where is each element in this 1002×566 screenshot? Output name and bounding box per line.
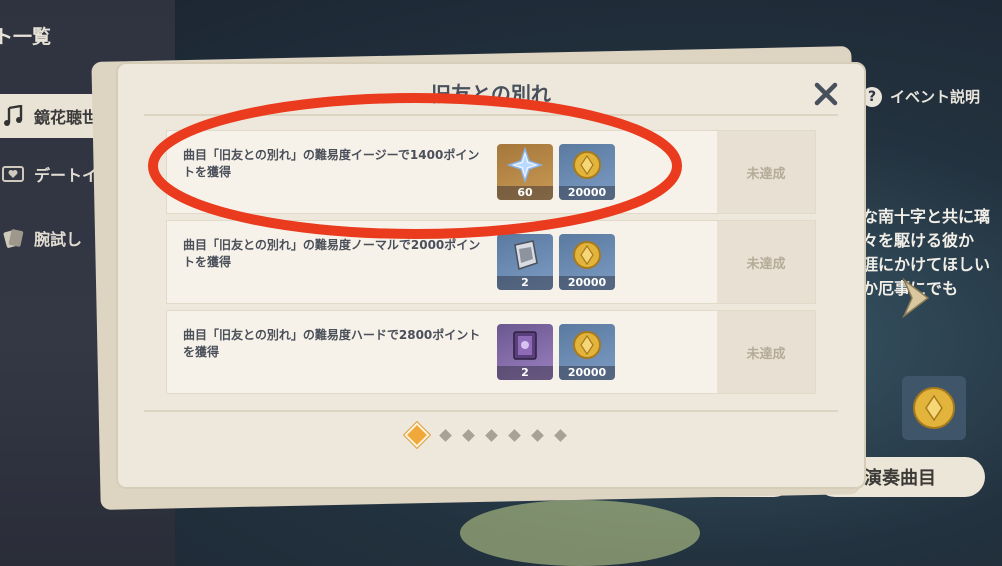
- challenge-row: 曲目「旧友との別れ」の難易度ハードで2800ポイントを獲得 2 20000 未達…: [166, 310, 816, 394]
- event-help-link[interactable]: ? イベント説明: [862, 86, 980, 107]
- sidebar-item-label: デートイ: [34, 166, 99, 185]
- reward-count: 60: [497, 186, 553, 200]
- page-dot[interactable]: [508, 428, 521, 442]
- page-dot[interactable]: [531, 428, 544, 442]
- bottom-divider: [144, 410, 838, 412]
- reward-count: 20000: [559, 186, 615, 200]
- page-dot-active[interactable]: [404, 422, 430, 448]
- reward-count: 2: [497, 366, 553, 380]
- next-arrow-icon[interactable]: [894, 276, 938, 320]
- reward-item[interactable]: 60: [497, 144, 553, 200]
- reward-item[interactable]: 20000: [559, 324, 615, 380]
- page-dot[interactable]: [462, 428, 475, 442]
- challenge-list: 曲目「旧友との別れ」の難易度イージーで1400ポイントを獲得 60 20000 …: [166, 130, 816, 400]
- story-line: 涯にかけてほしい: [862, 255, 991, 274]
- status-label: 未達成: [717, 311, 815, 393]
- page-dot[interactable]: [485, 428, 498, 442]
- challenge-row: 曲目「旧友との別れ」の難易度ノーマルで2000ポイントを獲得 2 20000 未…: [166, 220, 816, 304]
- page-dot[interactable]: [439, 428, 452, 442]
- mora-coin-icon: [573, 331, 601, 359]
- reward-count: 2: [497, 276, 553, 290]
- close-icon[interactable]: [810, 78, 842, 110]
- challenge-description: 曲目「旧友との別れ」の難易度ハードで2800ポイントを獲得: [183, 328, 481, 359]
- challenge-dialog: 旧友との別れ 曲目「旧友との別れ」の難易度イージーで1400ポイントを獲得 60: [116, 62, 866, 489]
- status-label: 未達成: [717, 221, 815, 303]
- reward-item[interactable]: 20000: [559, 144, 615, 200]
- mora-coin-icon: [573, 241, 601, 269]
- title-divider: [144, 114, 838, 116]
- reward-preview-item[interactable]: [902, 376, 966, 440]
- primogem-icon: [507, 147, 543, 183]
- ore-icon: [514, 240, 538, 270]
- mora-coin-icon: [573, 151, 601, 179]
- reward-item[interactable]: 2: [497, 234, 553, 290]
- story-line: 々を駆ける彼か: [862, 231, 975, 250]
- page-dot[interactable]: [554, 428, 567, 442]
- story-line: な南十字と共に璃: [862, 207, 991, 226]
- reward-count: 20000: [559, 276, 615, 290]
- reward-item[interactable]: 20000: [559, 234, 615, 290]
- music-note-icon: [2, 105, 24, 127]
- challenge-description: 曲目「旧友との別れ」の難易度イージーで1400ポイントを獲得: [183, 148, 480, 179]
- reward-count: 20000: [559, 366, 615, 380]
- sidebar-item-label: 鏡花聴世: [34, 108, 99, 127]
- sidebar-item-label: 腕試し: [34, 230, 83, 249]
- cards-icon: [2, 227, 24, 249]
- challenge-description: 曲目「旧友との別れ」の難易度ノーマルで2000ポイントを獲得: [183, 238, 481, 269]
- page-title: ト一覧: [0, 26, 52, 48]
- lotus-pad-decoration: [460, 500, 700, 566]
- status-label: 未達成: [717, 131, 815, 213]
- reward-item[interactable]: 2: [497, 324, 553, 380]
- mora-coin-icon: [913, 387, 955, 429]
- challenge-row: 曲目「旧友との別れ」の難易度イージーで1400ポイントを獲得 60 20000 …: [166, 130, 816, 214]
- book-icon: [513, 331, 537, 360]
- play-song-label: 演奏曲目: [864, 468, 936, 489]
- page-indicator: [404, 422, 572, 448]
- heart-card-icon: [2, 163, 24, 185]
- help-label: イベント説明: [890, 88, 981, 106]
- dialog-title: 旧友との別れ: [431, 82, 551, 106]
